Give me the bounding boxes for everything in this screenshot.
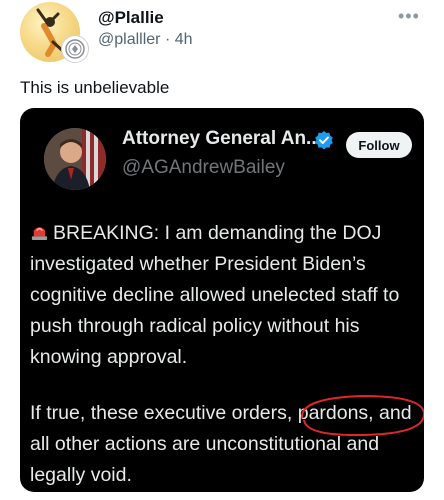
- display-name[interactable]: @Plallie: [98, 8, 164, 28]
- separator-dot: ·: [164, 31, 171, 48]
- ag-portrait: [44, 128, 106, 190]
- tweet-paragraph-1-text: BREAKING: I am demanding the DOJ investi…: [30, 222, 400, 368]
- post-header: @Plallie @plalller · 4h •••: [0, 0, 444, 70]
- circled-word: pardons,: [297, 402, 374, 424]
- post-text: This is unbelievable: [20, 78, 170, 97]
- user-handle[interactable]: @plalller: [98, 31, 160, 48]
- ag-handle[interactable]: @AGAndrewBailey: [122, 157, 285, 179]
- verified-badge-icon: [315, 131, 333, 150]
- quoted-tweet-card[interactable]: Attorney General An... Follow @AGAndrewB…: [20, 108, 424, 492]
- more-options-icon[interactable]: •••: [398, 6, 420, 27]
- post-time[interactable]: 4h: [175, 31, 193, 48]
- tweet-paragraph-1: BREAKING: I am demanding the DOJ investi…: [30, 218, 422, 373]
- ag-avatar[interactable]: [44, 128, 106, 190]
- tweet-paragraph-2-start: If true, these executive orders,: [30, 402, 298, 424]
- ag-display-name[interactable]: Attorney General An...: [122, 128, 322, 150]
- follow-button[interactable]: Follow: [346, 132, 412, 158]
- tweet-paragraph-2: If true, these executive orders, pardons…: [30, 398, 422, 491]
- handle-and-time: @plalller · 4h: [98, 31, 193, 49]
- siren-icon: [31, 227, 48, 241]
- seal-badge-icon: [62, 36, 88, 62]
